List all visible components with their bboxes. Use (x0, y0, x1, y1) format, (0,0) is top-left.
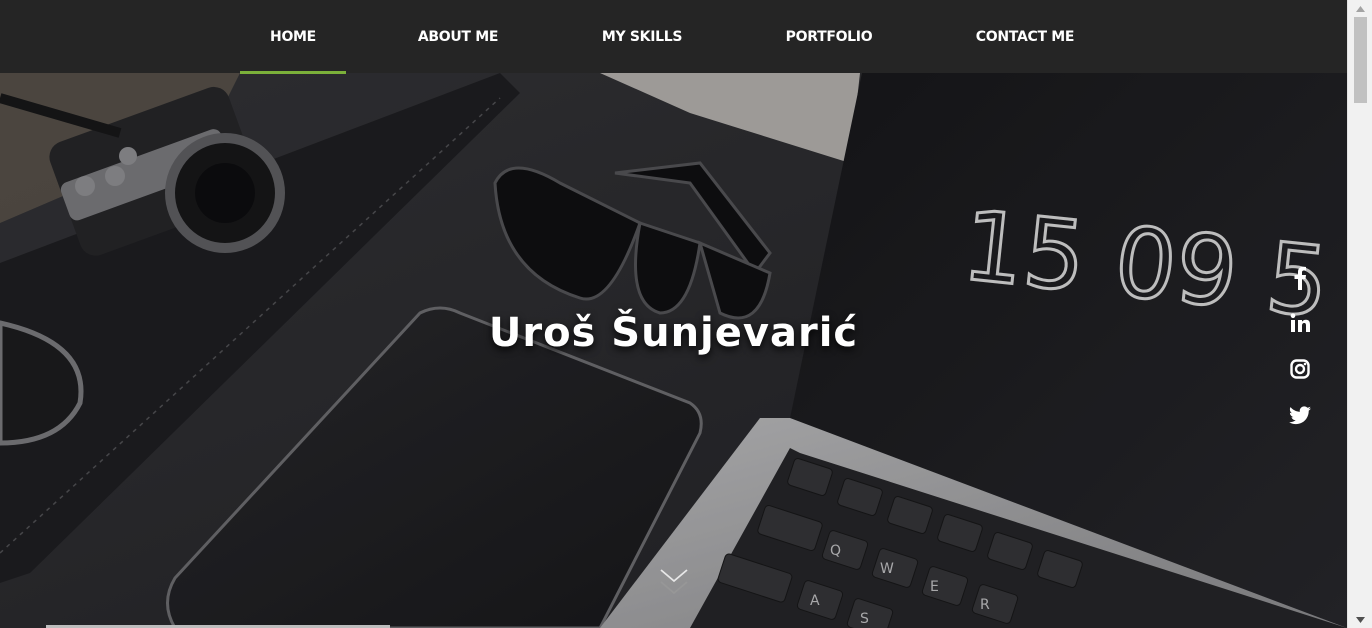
twitter-icon[interactable] (1286, 401, 1314, 429)
nav-home[interactable]: HOME (240, 0, 346, 74)
nav-my-skills[interactable]: MY SKILLS (586, 0, 698, 73)
scrollbar-thumb[interactable] (1354, 17, 1367, 103)
vertical-scrollbar[interactable] (1347, 0, 1372, 628)
top-nav: HOME ABOUT ME MY SKILLS PORTFOLIO CONTAC… (0, 0, 1347, 74)
instagram-icon[interactable] (1286, 355, 1314, 383)
hero-section: 15 09 5 Q W E R A S Uroš Šunjevarić (0, 73, 1347, 628)
nav-portfolio[interactable]: PORTFOLIO (772, 0, 886, 73)
linkedin-icon[interactable] (1286, 309, 1314, 337)
chevron-down-icon[interactable] (658, 567, 690, 597)
nav-contact-me[interactable]: CONTACT ME (962, 0, 1088, 73)
facebook-icon[interactable] (1286, 264, 1314, 292)
scroll-down-arrow-icon[interactable] (1348, 611, 1372, 628)
hero-name-heading: Uroš Šunjevarić (488, 310, 859, 356)
scroll-up-arrow-icon[interactable] (1348, 0, 1372, 17)
page: HOME ABOUT ME MY SKILLS PORTFOLIO CONTAC… (0, 0, 1372, 628)
nav-about-me[interactable]: ABOUT ME (402, 0, 514, 73)
